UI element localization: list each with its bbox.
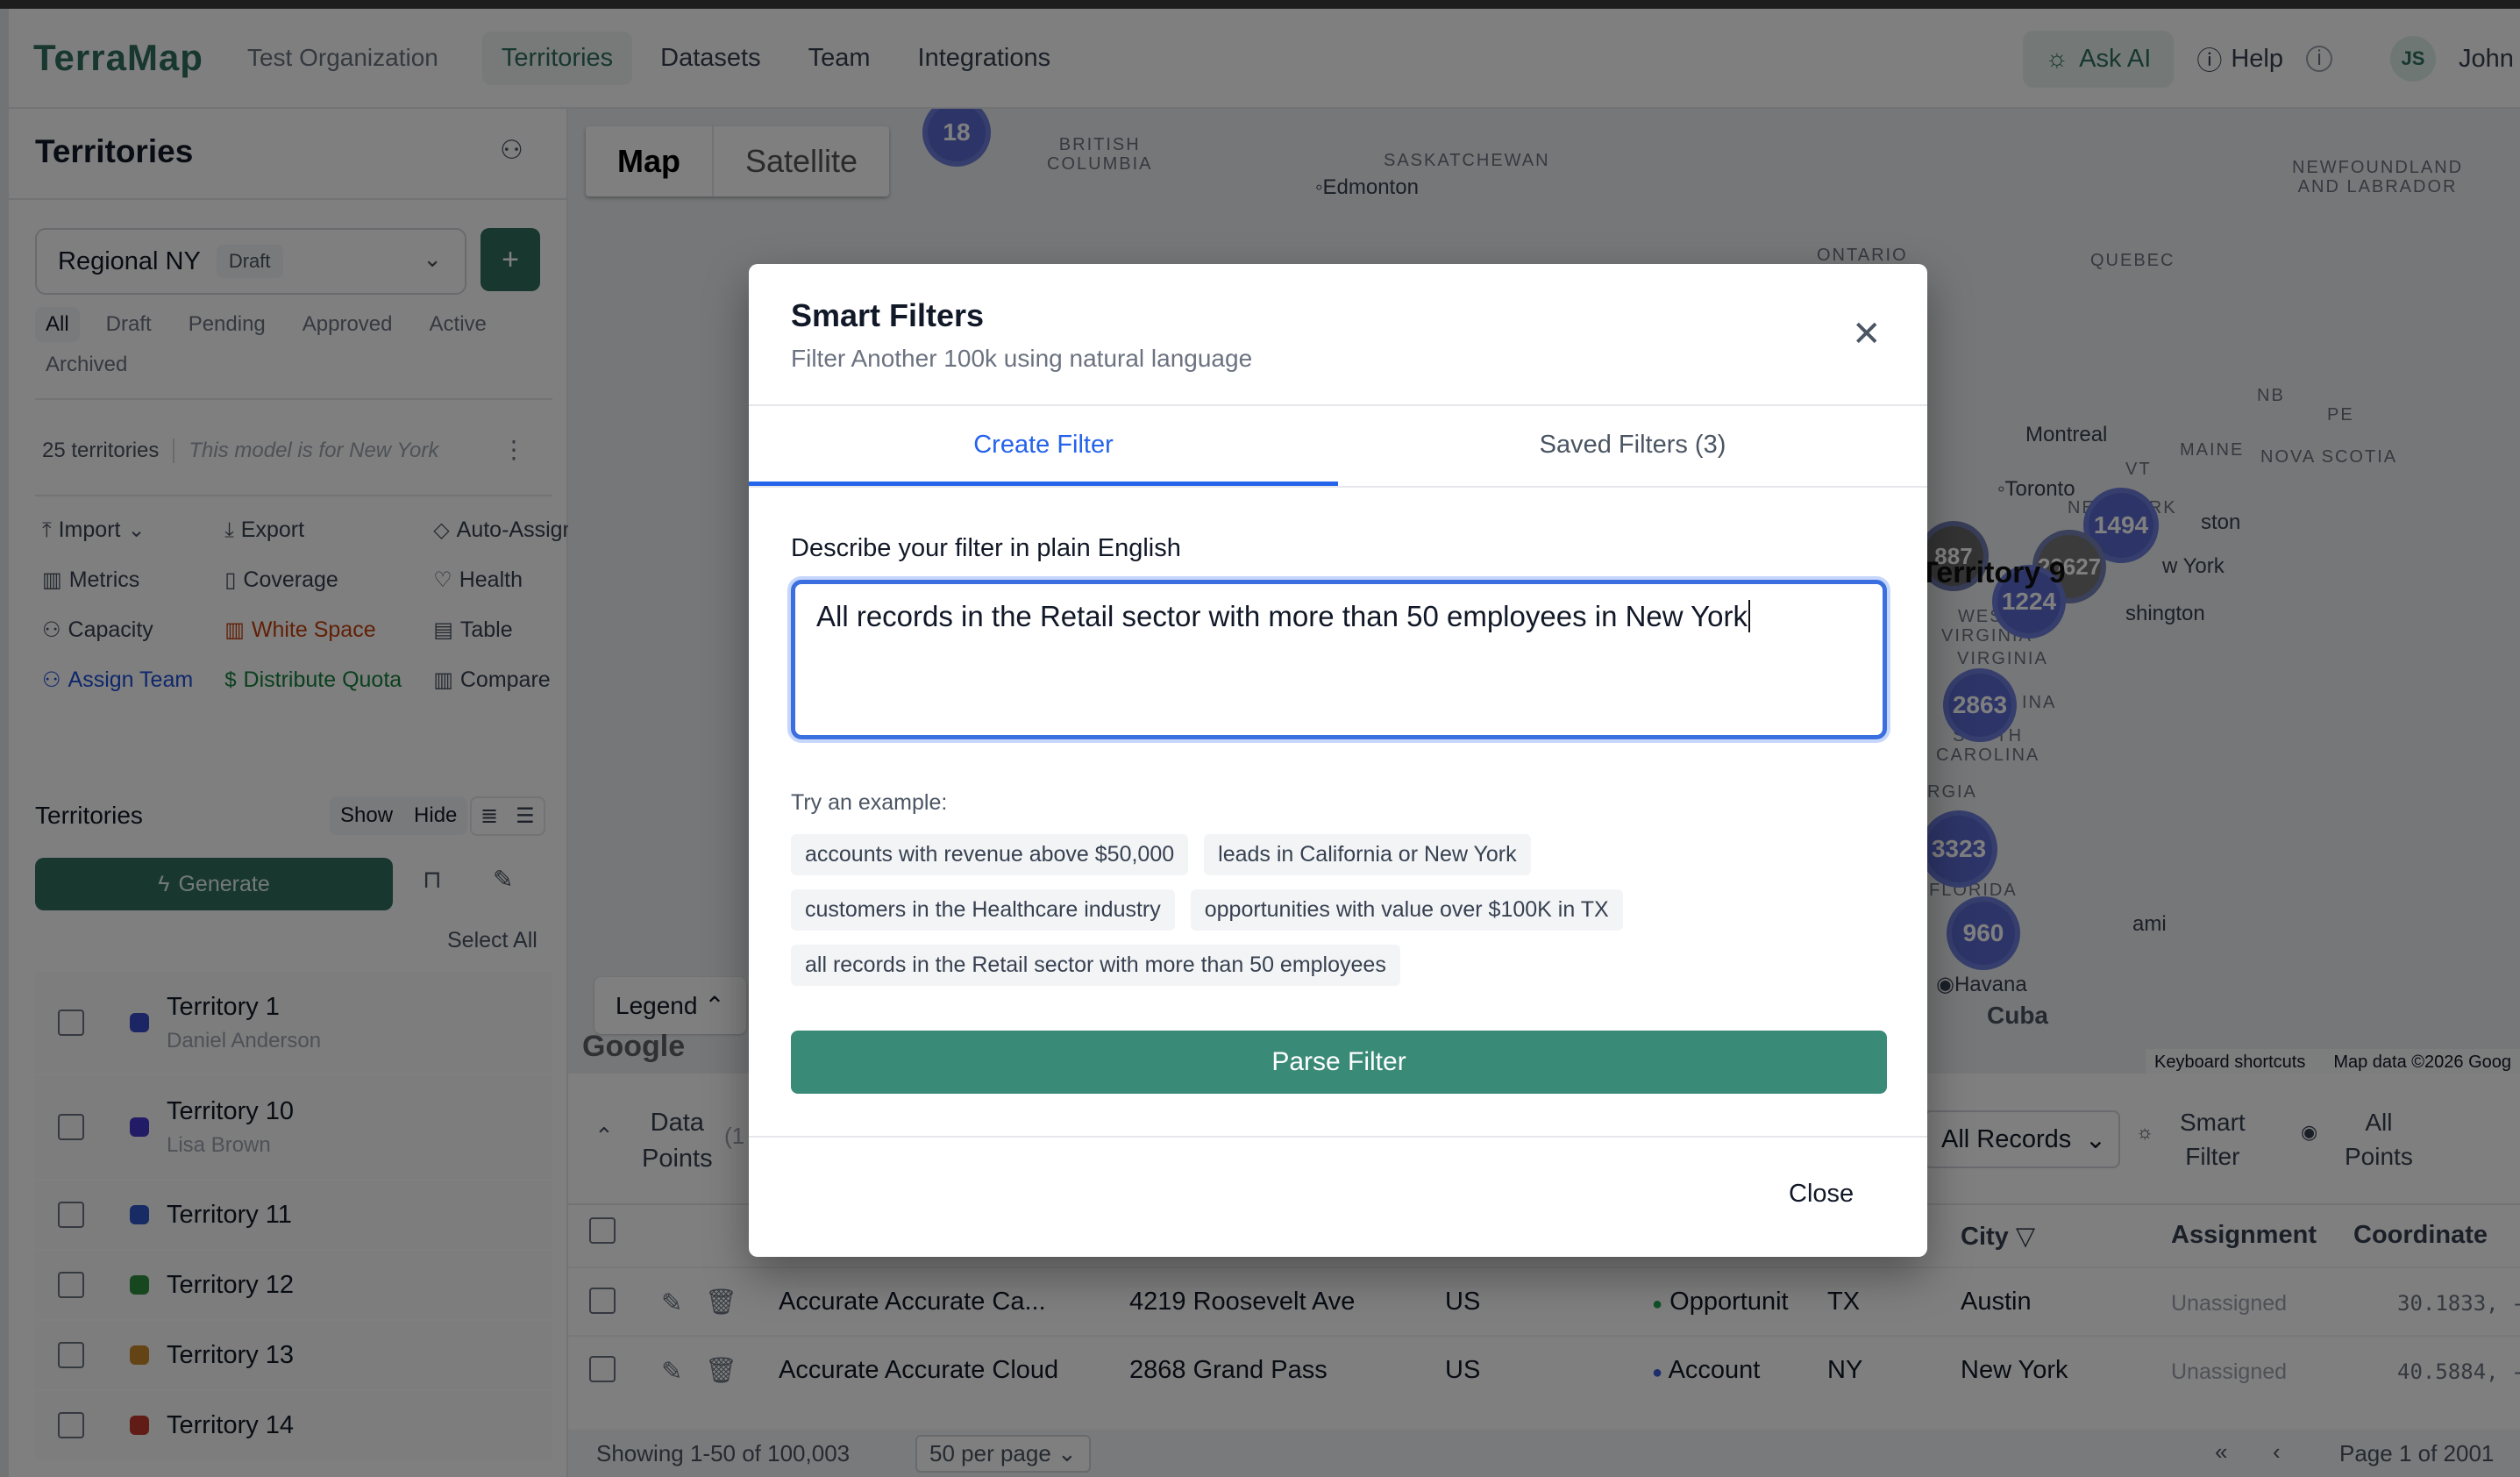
- divider: [749, 1136, 1927, 1138]
- smart-filters-dialog: Smart Filters Filter Another 100k using …: [749, 264, 1927, 1257]
- divider: [749, 404, 1927, 406]
- divider: [749, 486, 1927, 488]
- close-button[interactable]: Close: [1789, 1180, 1854, 1209]
- tab-saved-filters[interactable]: Saved Filters (3): [1338, 431, 1927, 460]
- tab-create-filter[interactable]: Create Filter: [749, 431, 1338, 460]
- close-icon[interactable]: ✕: [1852, 317, 1882, 352]
- example-chip[interactable]: leads in California or New York: [1204, 834, 1531, 875]
- filter-query-text: All records in the Retail sector with mo…: [816, 600, 1748, 632]
- example-chip[interactable]: opportunities with value over $100K in T…: [1190, 889, 1623, 931]
- example-chip[interactable]: all records in the Retail sector with mo…: [791, 945, 1400, 986]
- example-chips: accounts with revenue above $50,000 lead…: [791, 834, 1887, 986]
- example-chip[interactable]: customers in the Healthcare industry: [791, 889, 1175, 931]
- examples-label: Try an example:: [791, 790, 948, 815]
- parse-filter-button[interactable]: Parse Filter: [791, 1031, 1887, 1094]
- active-tab-indicator: [749, 482, 1338, 486]
- example-chip[interactable]: accounts with revenue above $50,000: [791, 834, 1189, 875]
- dialog-subtitle: Filter Another 100k using natural langua…: [791, 345, 1253, 372]
- filter-description-input[interactable]: All records in the Retail sector with mo…: [791, 580, 1887, 739]
- text-cursor: [1748, 600, 1751, 632]
- filter-description-label: Describe your filter in plain English: [791, 534, 1181, 562]
- dialog-title: Smart Filters: [791, 297, 985, 333]
